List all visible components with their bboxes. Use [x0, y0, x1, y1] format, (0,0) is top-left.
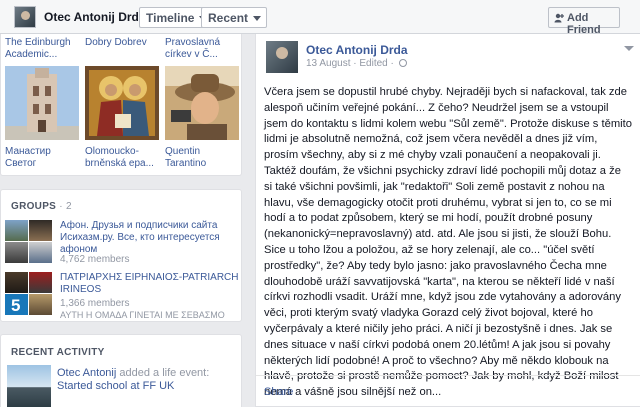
like-top-label[interactable]: The Edinburgh Academic... — [5, 37, 79, 61]
post-author-avatar[interactable] — [266, 41, 298, 73]
groups-title-label: GROUPS — [11, 201, 57, 212]
post-divider — [256, 375, 640, 376]
svg-text:5: 5 — [11, 296, 20, 315]
add-friend-button[interactable]: Add Friend — [548, 7, 620, 36]
globe-icon[interactable] — [398, 59, 407, 67]
like-caption[interactable]: Quentin Tarantino — [165, 146, 239, 170]
post-card: Otec Antonij Drda 13 August · Edited · V… — [255, 34, 640, 407]
group-thumbnail — [5, 242, 28, 263]
group-title[interactable]: ΠΑΤΡΙΑΡΧΗΣ ΕΙΡΗΝΑΙΟΣ-PATRIARCH IRINEOS — [60, 272, 240, 296]
like-caption[interactable]: Olomoucko-brněnská epa... — [85, 146, 159, 170]
recent-activity-card: RECENT ACTIVITY Otec Antonij added a lif… — [0, 334, 242, 407]
timeline-label: Timeline — [146, 11, 195, 25]
activity-actor-link[interactable]: Otec Antonij — [57, 367, 116, 379]
post-edited[interactable]: · Edited · — [350, 58, 396, 69]
like-top-label[interactable]: Pravoslavná církev v Č... — [165, 37, 241, 61]
activity-action: added a life event: — [116, 367, 210, 379]
activity-event-link[interactable]: Started school at FF UK — [57, 380, 174, 392]
recent-label: Recent — [208, 11, 249, 25]
group-thumbnails[interactable] — [5, 220, 53, 264]
group-thumbnail — [29, 242, 52, 263]
post-date-link[interactable]: 13 August — [306, 58, 350, 69]
group-members: 4,762 members — [60, 254, 130, 265]
group-item[interactable]: Афон. Друзья и подписчики сайта Исихазм.… — [5, 220, 241, 266]
group-thumbnail — [5, 220, 28, 241]
group-thumbnail — [29, 294, 52, 315]
activity-image[interactable] — [7, 365, 51, 407]
group-subtext: ΑΥΤΗ Η ΟΜΑΔΑ ΓΙΝΕΤΑΙ ΜΕ ΣΕΒΑΣΜΟ — [60, 310, 225, 320]
groups-title: GROUPS · 2 — [11, 201, 72, 212]
post-author-name[interactable]: Otec Antonij Drda — [306, 43, 408, 57]
group-members: 1,366 members — [60, 298, 130, 309]
share-link[interactable]: Share — [264, 386, 293, 398]
group-thumbnail — [29, 220, 52, 241]
chevron-down-icon — [253, 16, 262, 21]
group-thumbnail: 5 — [5, 294, 28, 315]
like-image[interactable] — [165, 66, 239, 140]
group-thumbnails[interactable]: 5 — [5, 272, 53, 316]
like-image[interactable] — [85, 66, 159, 140]
like-top-label[interactable]: Dobry Dobrev — [85, 37, 159, 49]
groups-card: GROUPS · 2 Афон. Друзья и подписчики сай… — [0, 189, 242, 322]
recent-dropdown[interactable]: Recent — [201, 7, 268, 28]
profile-name[interactable]: Otec Antonij Drda — [44, 10, 146, 24]
profile-topbar: Otec Antonij Drda Timeline Recent Add Fr… — [0, 0, 640, 36]
recent-activity-title: RECENT ACTIVITY — [11, 347, 105, 358]
like-image[interactable] — [5, 66, 79, 140]
groups-count: · 2 — [59, 201, 72, 212]
add-friend-label: Add Friend — [567, 12, 601, 36]
post-body: Včera jsem se dopustil hrubé chyby. Nejr… — [264, 86, 632, 399]
like-caption[interactable]: Манастир Светог — [5, 146, 79, 170]
chevron-down-icon[interactable] — [624, 46, 634, 51]
profile-avatar[interactable] — [14, 6, 36, 28]
add-friend-icon — [554, 13, 564, 23]
group-item[interactable]: 5 ΠΑΤΡΙΑΡΧΗΣ ΕΙΡΗΝΑΙΟΣ-PATRIARCH IRINEOS… — [5, 272, 241, 320]
post-meta: 13 August · Edited · — [306, 58, 407, 69]
group-thumbnail — [5, 272, 28, 293]
group-title[interactable]: Афон. Друзья и подписчики сайта Исихазм.… — [60, 220, 240, 256]
activity-text: Otec Antonij added a life event: Started… — [57, 367, 237, 393]
group-thumbnail — [29, 272, 52, 293]
likes-card: The Edinburgh Academic... Манастир Свето… — [0, 34, 242, 176]
